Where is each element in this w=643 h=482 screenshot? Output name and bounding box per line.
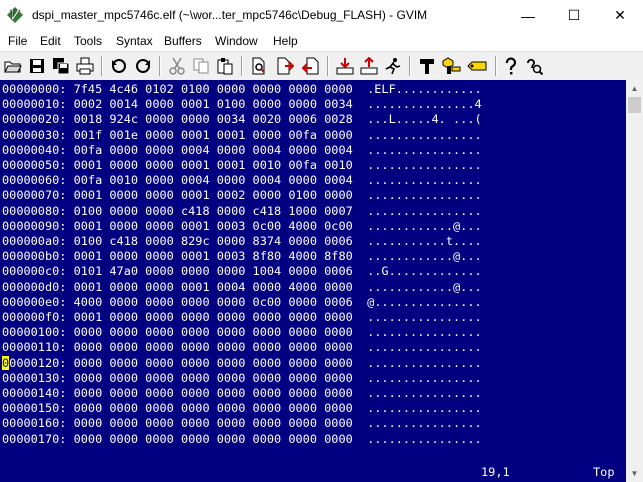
status-line: 19,1 Top (0, 464, 626, 480)
hex-line: 00000100: 0000 0000 0000 0000 0000 0000 … (2, 325, 482, 340)
find-replace-icon (252, 57, 265, 75)
title-bar[interactable]: dspi_master_mpc5746c.elf (~\wor...ter_mp… (0, 0, 643, 31)
hex-line: 00000140: 0000 0000 0000 0000 0000 0000 … (2, 386, 482, 400)
find-next-icon (277, 57, 294, 75)
menu-edit[interactable]: Edit (40, 31, 61, 51)
save-all-icon (53, 58, 70, 75)
find-prev-icon (302, 57, 319, 75)
hex-line: 00000170: 0000 0000 0000 0000 0000 0000 … (2, 431, 482, 446)
editor-text-area[interactable]: 00000000: 7f45 4c46 0102 0100 0000 0000 … (0, 80, 626, 482)
scroll-indicator: Top (593, 465, 615, 479)
hex-line: 000000c0: 0101 47a0 0000 0000 0000 1004 … (2, 264, 482, 279)
hex-line: 000000a0: 0100 c418 0000 829c 0000 8374 … (2, 234, 482, 248)
toolbar-separator (327, 56, 329, 76)
hex-line: 00000080: 0100 0000 0000 c418 0000 c418 … (2, 203, 482, 218)
hex-line: 00000160: 0000 0000 0000 0000 0000 0000 … (2, 416, 482, 431)
text-cursor: 0 (2, 355, 10, 370)
hex-line: 00000040: 00fa 0000 0000 0004 0000 0004 … (2, 142, 482, 157)
minimize-icon: — (521, 7, 535, 24)
toolbar-separator (159, 56, 161, 76)
toolbar-separator (101, 56, 103, 76)
toolbar-separator (241, 56, 243, 76)
maximize-icon: ☐ (567, 7, 581, 23)
menu-file[interactable]: File (8, 31, 27, 51)
scroll-down-icon: ▼ (630, 469, 639, 478)
hex-line: 00000070: 0001 0000 0000 0001 0002 0000 … (2, 188, 482, 203)
toolbar-separator (409, 56, 411, 76)
close-button[interactable]: ✕ (597, 0, 643, 31)
hex-line: 000000e0: 4000 0000 0000 0000 0000 0c00 … (2, 294, 482, 309)
find-prev-button[interactable] (300, 55, 322, 77)
make-button[interactable] (416, 55, 438, 77)
undo-icon (112, 59, 126, 73)
load-session-button[interactable] (334, 55, 356, 77)
toolbar (0, 51, 643, 81)
menu-help[interactable]: Help (273, 31, 298, 51)
hex-line: 00000010: 0002 0014 0000 0001 0100 0000 … (2, 97, 482, 112)
print-button[interactable] (74, 55, 96, 77)
menu-syntax[interactable]: Syntax (116, 31, 153, 51)
redo-button[interactable] (132, 55, 154, 77)
minimize-button[interactable]: — (505, 0, 551, 31)
undo-button[interactable] (108, 55, 130, 77)
menu-buffers[interactable]: Buffers (164, 31, 202, 51)
copy-button[interactable] (190, 55, 212, 77)
find-next-button[interactable] (274, 55, 296, 77)
hex-line: 000000d0: 0001 0000 0000 0001 0004 0000 … (2, 279, 482, 294)
help-icon (505, 57, 517, 75)
save-session-button[interactable] (358, 55, 380, 77)
paste-icon (217, 58, 233, 75)
tags-icon (442, 57, 461, 74)
hex-line: 000000f0: 0001 0000 0000 0000 0000 0000 … (2, 310, 482, 324)
hex-line: 00000120: 0000 0000 0000 0000 0000 0000 … (2, 355, 482, 370)
menu-bar: File Edit Tools Syntax Buffers Window He… (0, 31, 643, 51)
redo-icon (136, 59, 150, 73)
close-icon: ✕ (614, 7, 626, 23)
find-help-icon (527, 58, 544, 75)
jump-tag-button[interactable] (466, 55, 488, 77)
hex-line: 00000150: 0000 0000 0000 0000 0000 0000 … (2, 401, 482, 416)
scroll-up-button[interactable]: ▲ (626, 80, 643, 97)
scroll-up-icon: ▲ (630, 84, 639, 93)
save-icon (30, 59, 44, 73)
run-script-icon (385, 58, 401, 75)
cut-icon (169, 57, 185, 75)
print-icon (76, 57, 94, 75)
tags-button[interactable] (440, 55, 462, 77)
toolbar-separator (495, 56, 497, 76)
open-button[interactable] (2, 55, 24, 77)
hex-line: 00000060: 00fa 0010 0000 0004 0000 0004 … (2, 173, 482, 188)
hex-line: 00000030: 001f 001e 0000 0001 0001 0000 … (2, 127, 482, 142)
hex-line: 00000020: 0018 924c 0000 0000 0034 0020 … (2, 112, 482, 127)
help-button[interactable] (500, 55, 522, 77)
find-replace-button[interactable] (248, 55, 270, 77)
menu-window[interactable]: Window (215, 31, 258, 51)
scroll-down-button[interactable]: ▼ (626, 465, 643, 482)
load-session-icon (336, 58, 354, 75)
hex-line: 00000130: 0000 0000 0000 0000 0000 0000 … (2, 370, 482, 385)
save-button[interactable] (26, 55, 48, 77)
paste-button[interactable] (214, 55, 236, 77)
hex-line: 00000050: 0001 0000 0000 0001 0001 0010 … (2, 158, 482, 172)
save-session-icon (360, 57, 378, 75)
hex-line: 00000110: 0000 0000 0000 0000 0000 0000 … (2, 340, 482, 355)
vertical-scrollbar[interactable]: ▲ ▼ (626, 80, 643, 482)
save-all-button[interactable] (50, 55, 72, 77)
make-icon (420, 59, 434, 74)
cursor-position: 19,1 (481, 465, 510, 479)
window-title: dspi_master_mpc5746c.elf (~\wor...ter_mp… (32, 8, 428, 22)
hex-line: 00000000: 7f45 4c46 0102 0100 0000 0000 … (2, 82, 482, 96)
open-icon (4, 61, 22, 73)
run-script-button[interactable] (382, 55, 404, 77)
cut-button[interactable] (166, 55, 188, 77)
find-help-button[interactable] (524, 55, 546, 77)
menu-tools[interactable]: Tools (74, 31, 102, 51)
hex-line: 00000090: 0001 0000 0000 0001 0003 0c00 … (2, 218, 482, 233)
copy-icon (193, 58, 209, 74)
maximize-button[interactable]: ☐ (551, 0, 597, 31)
jump-tag-icon (467, 61, 487, 71)
hex-line: 000000b0: 0001 0000 0000 0001 0003 8f80 … (2, 249, 482, 264)
gvim-app-icon[interactable] (7, 7, 23, 23)
scrollbar-thumb[interactable] (628, 97, 641, 113)
